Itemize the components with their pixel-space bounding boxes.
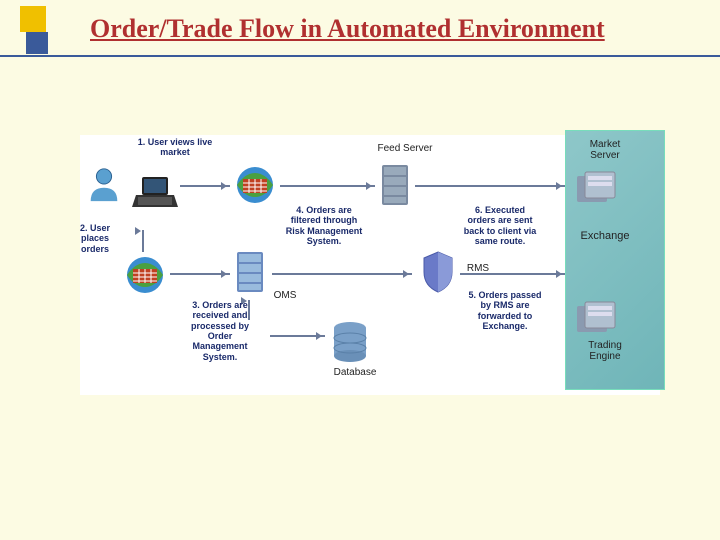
feed-server-icon xyxy=(380,163,410,207)
step-1-label: 1. User views live market xyxy=(130,137,220,158)
market-server-label: Market Server xyxy=(575,139,635,161)
arrow xyxy=(180,185,230,187)
laptop-icon xyxy=(132,175,178,211)
arrow xyxy=(142,230,144,252)
decor-square-yellow xyxy=(20,6,46,32)
trading-engine-icon xyxy=(575,300,617,336)
step-5-label: 5. Orders passed by RMS are forwarded to… xyxy=(465,290,545,331)
arrow xyxy=(170,273,230,275)
oms-server-icon xyxy=(235,250,265,294)
market-server-icon xyxy=(575,170,617,206)
step-2-label: 2. User places orders xyxy=(70,223,120,254)
exchange-label: Exchange xyxy=(570,230,640,242)
step-3-label: 3. Orders are received and processed by … xyxy=(180,300,260,362)
arrow xyxy=(272,273,412,275)
database-icon xyxy=(330,320,370,364)
decor-square-blue xyxy=(26,32,48,54)
arrow xyxy=(415,185,565,187)
flow-diagram: 1. User views live market 2. User places… xyxy=(80,135,660,395)
database-label: Database xyxy=(325,367,385,378)
trading-engine-label: Trading Engine xyxy=(575,340,635,362)
arrow xyxy=(270,335,325,337)
slide-corner-decor xyxy=(0,0,80,90)
step-4-label: 4. Orders are filtered through Risk Mana… xyxy=(285,205,363,246)
step-6-label: 6. Executed orders are sent back to clie… xyxy=(460,205,540,246)
rms-label: RMS xyxy=(458,263,498,274)
slide-title: Order/Trade Flow in Automated Environmen… xyxy=(90,14,605,44)
feed-server-label: Feed Server xyxy=(370,143,440,154)
firewall-icon xyxy=(235,165,275,205)
arrow xyxy=(280,185,375,187)
oms-label: OMS xyxy=(265,290,305,301)
title-underline-rule xyxy=(0,55,720,57)
user-icon xyxy=(85,165,123,203)
rms-shield-icon xyxy=(420,250,456,294)
firewall-icon xyxy=(125,255,165,295)
